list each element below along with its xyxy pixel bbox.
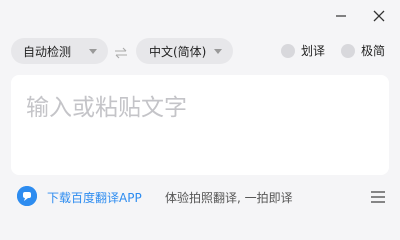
source-language-dropdown[interactable]: 自动检测	[11, 38, 108, 64]
chevron-down-icon	[214, 49, 222, 54]
menu-button[interactable]	[370, 189, 386, 203]
promo-text: 体验拍照翻译, 一拍即译	[165, 191, 293, 205]
source-language-label: 自动检测	[23, 44, 72, 59]
target-language-label: 中文(简体)	[149, 44, 207, 59]
toggle-minimal-mode[interactable]: 极简	[341, 42, 385, 59]
footer-bar: 下载百度翻译APP 体验拍照翻译, 一拍即译	[0, 184, 400, 210]
close-icon	[373, 10, 385, 22]
minimize-button[interactable]	[327, 4, 355, 28]
swap-arrows-icon	[115, 47, 127, 59]
close-button[interactable]	[365, 4, 393, 28]
toggle-label: 划译	[301, 44, 326, 58]
source-text-input[interactable]	[26, 88, 374, 162]
chevron-down-icon	[89, 49, 97, 54]
text-input-area	[11, 75, 389, 175]
toggle-switch[interactable]	[341, 43, 355, 58]
swap-languages-button[interactable]	[114, 44, 128, 63]
target-language-dropdown[interactable]: 中文(简体)	[136, 38, 233, 64]
minimize-icon	[336, 15, 346, 17]
hamburger-menu-icon	[371, 191, 385, 203]
app-logo-icon	[17, 186, 37, 206]
title-bar	[0, 0, 400, 32]
language-toolbar: 自动检测 中文(简体) 划译 极简	[0, 38, 400, 66]
download-app-link[interactable]: 下载百度翻译APP	[47, 189, 142, 206]
toggle-label: 极简	[361, 44, 386, 58]
toggle-selection-translate[interactable]: 划译	[281, 42, 325, 59]
toggle-switch[interactable]	[281, 43, 295, 58]
